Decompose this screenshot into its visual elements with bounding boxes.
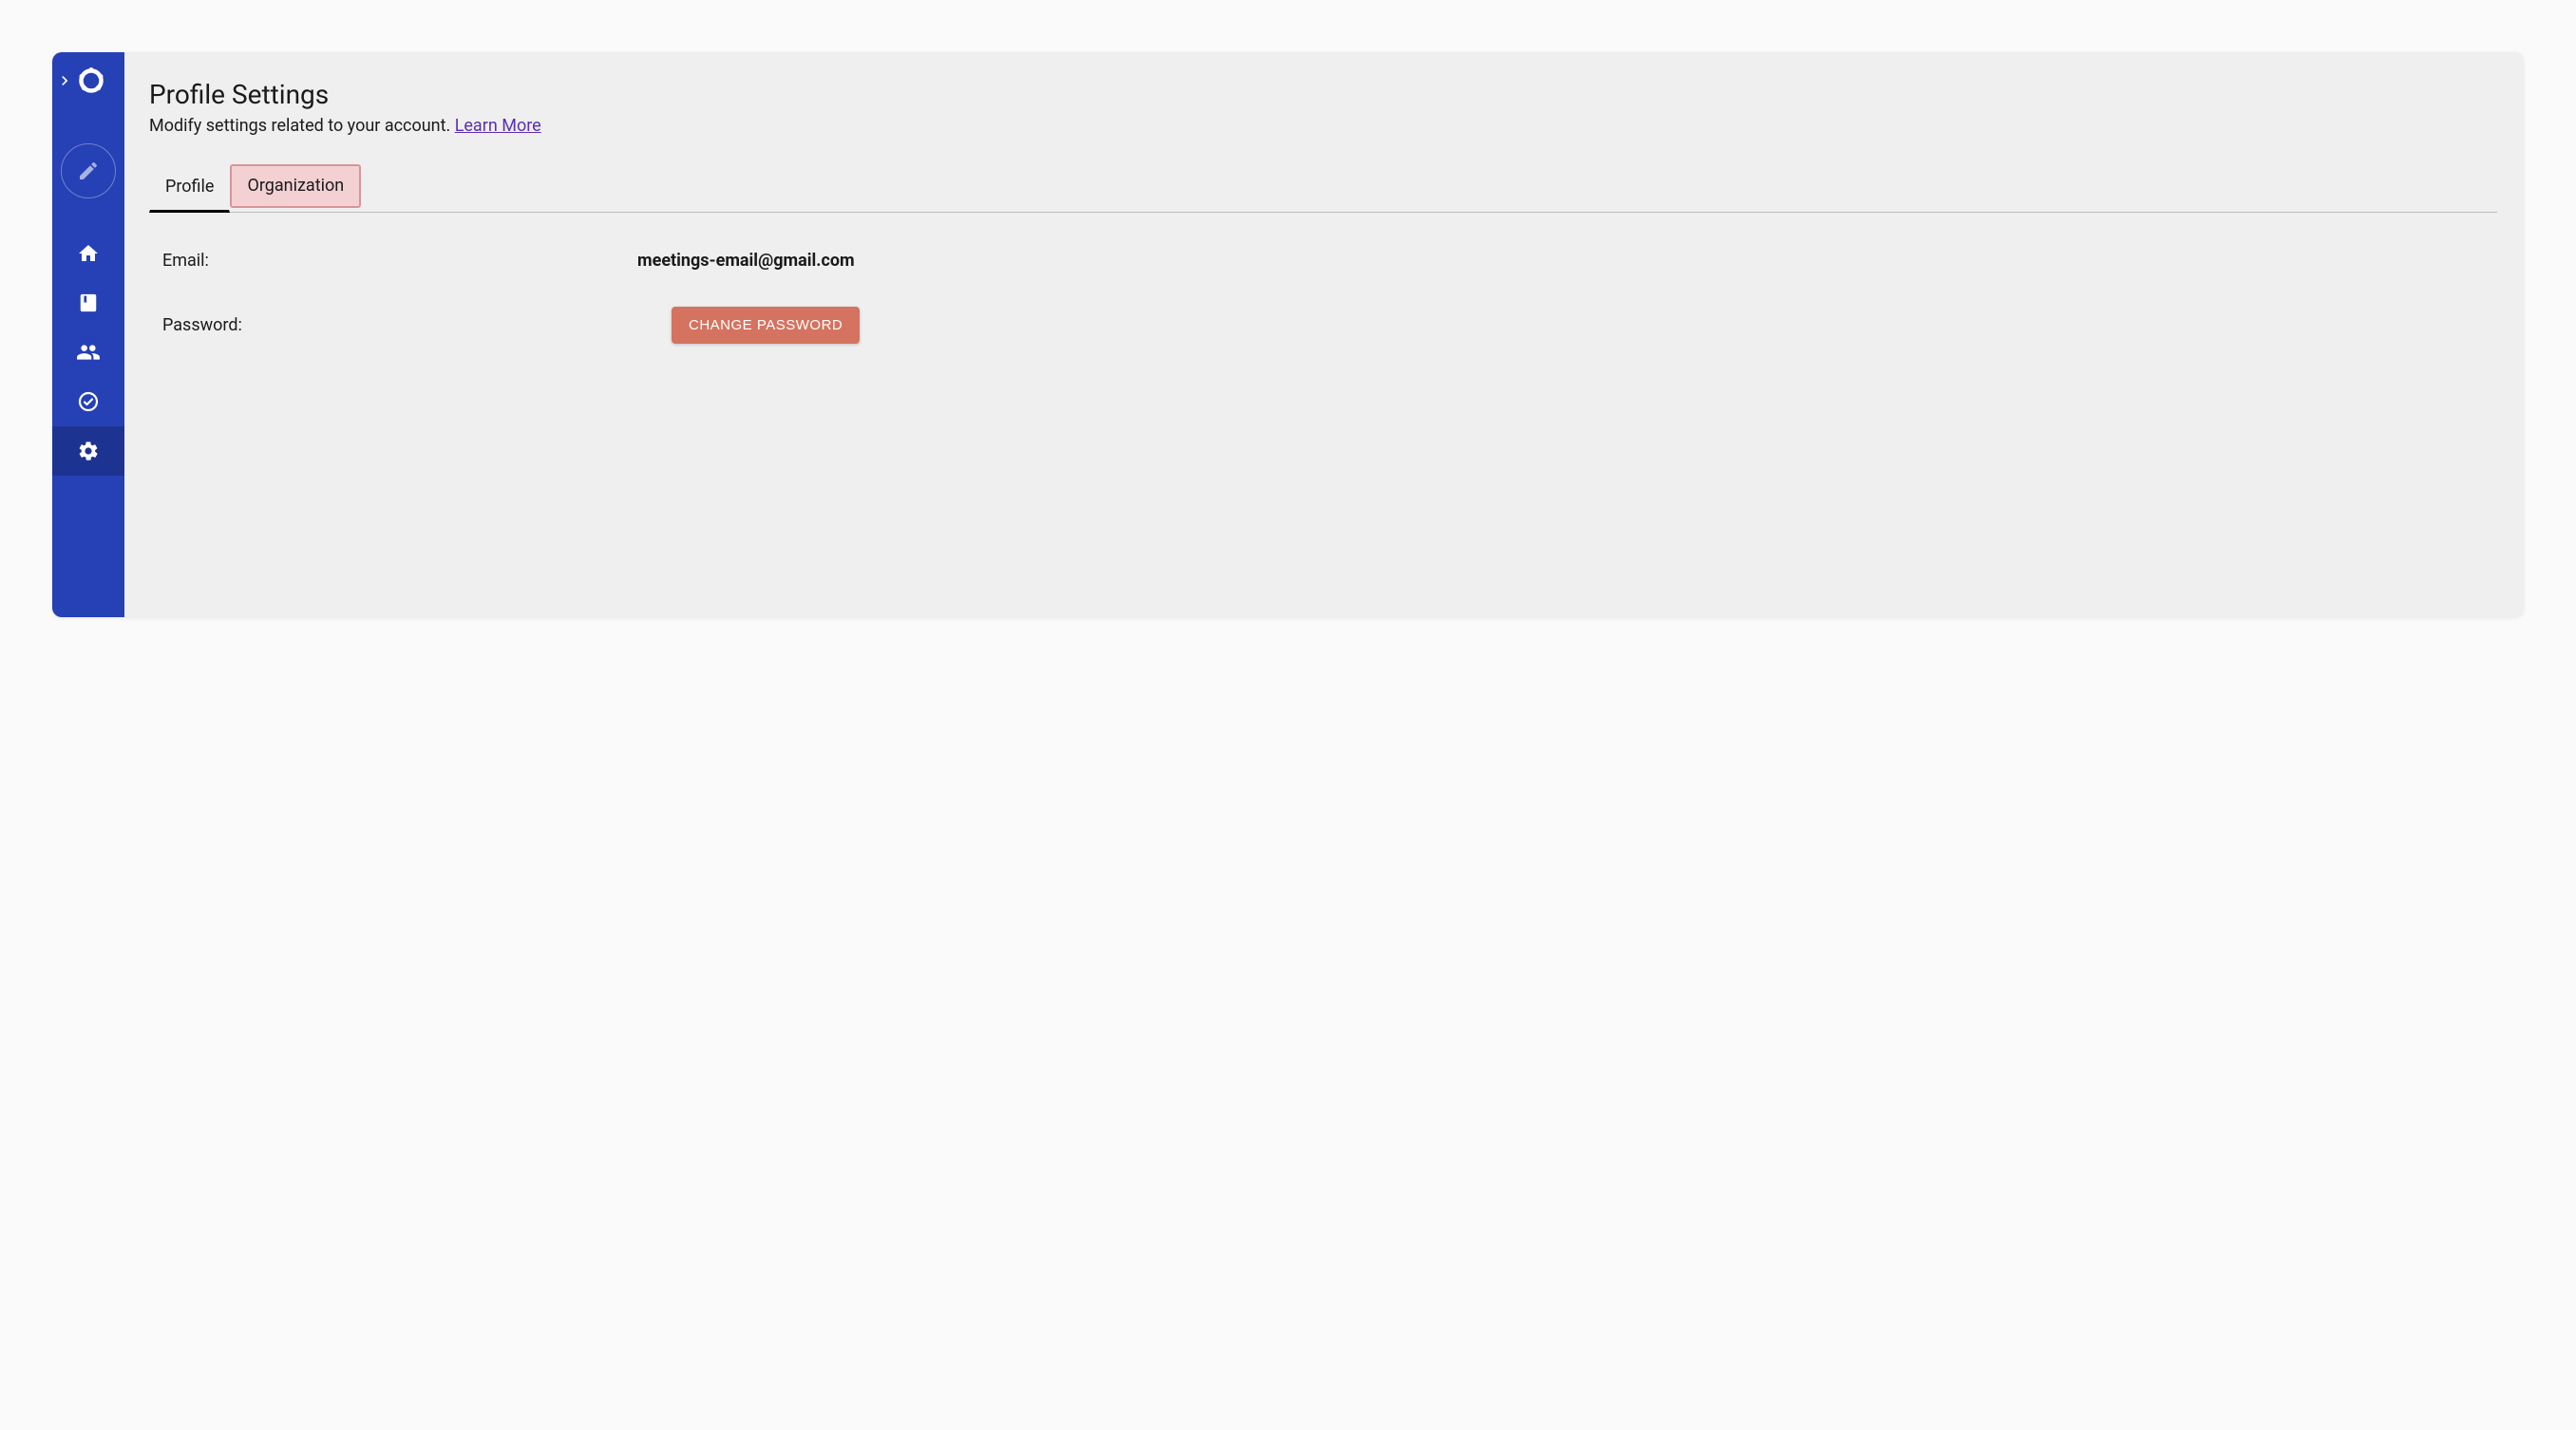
profile-fields: Email: meetings-email@gmail.com Password… xyxy=(149,251,2497,344)
compose-button[interactable] xyxy=(61,143,116,198)
tab-profile[interactable]: Profile xyxy=(149,162,230,213)
sidebar-item-home[interactable] xyxy=(52,229,124,278)
email-row: Email: meetings-email@gmail.com xyxy=(162,251,2497,271)
tab-organization[interactable]: Organization xyxy=(230,164,361,208)
check-circle-icon xyxy=(77,390,100,413)
sidebar-item-book[interactable] xyxy=(52,278,124,328)
sidebar-top xyxy=(52,52,124,109)
people-icon xyxy=(76,340,101,365)
sidebar xyxy=(52,52,124,617)
app-container: Profile Settings Modify settings related… xyxy=(52,52,2524,617)
sidebar-item-check[interactable] xyxy=(52,377,124,426)
page-title: Profile Settings xyxy=(149,79,2497,110)
sidebar-item-people[interactable] xyxy=(52,328,124,377)
subtitle-text: Modify settings related to your account. xyxy=(149,116,455,136)
home-icon xyxy=(77,242,100,265)
nav-items xyxy=(52,229,124,476)
password-label: Password: xyxy=(162,315,637,335)
main-content: Profile Settings Modify settings related… xyxy=(124,52,2524,617)
email-value: meetings-email@gmail.com xyxy=(637,251,855,271)
tabs: Profile Organization xyxy=(149,162,2497,213)
page-subtitle: Modify settings related to your account.… xyxy=(149,116,2497,136)
gear-icon xyxy=(77,440,100,462)
book-icon xyxy=(78,292,99,313)
pencil-icon xyxy=(77,160,100,182)
logo-icon xyxy=(74,64,108,98)
password-row: Password: CHANGE PASSWORD xyxy=(162,307,2497,344)
sidebar-item-settings[interactable] xyxy=(52,426,124,476)
change-password-button[interactable]: CHANGE PASSWORD xyxy=(672,307,860,344)
email-label: Email: xyxy=(162,251,637,271)
learn-more-link[interactable]: Learn More xyxy=(455,116,541,136)
chevron-right-icon[interactable] xyxy=(55,71,74,90)
